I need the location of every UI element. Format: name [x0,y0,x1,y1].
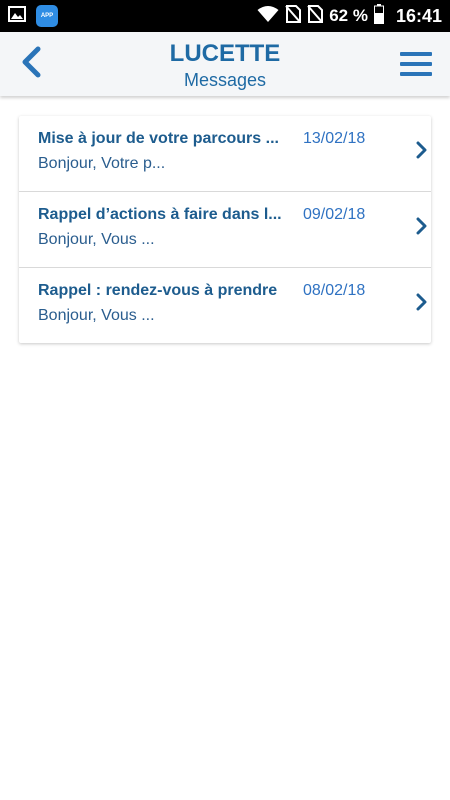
status-bar-left: APP [8,4,58,28]
app-icon: APP [36,5,58,27]
no-sim-icon [285,4,302,28]
status-bar-right: 62 % 16:41 [257,3,442,29]
clock: 16:41 [395,6,442,26]
chevron-right-icon [415,141,427,159]
menu-button[interactable] [400,50,432,78]
battery-percent: 62 % [329,6,368,25]
battery-icon [373,3,384,29]
message-row[interactable]: Mise à jour de votre parcours ... 13/02/… [19,116,431,192]
message-title: Mise à jour de votre parcours ... [38,130,279,147]
app-badge-label: APP [40,13,54,19]
message-date: 13/02/18 [303,130,366,147]
message-preview: Bonjour, Vous ... [38,231,155,248]
message-title: Rappel d’actions à faire dans l... [38,206,282,223]
hamburger-menu-icon [400,52,432,82]
status-bar: APP 62 % 16:41 [0,0,450,32]
message-row[interactable]: Rappel : rendez-vous à prendre 08/02/18 … [19,268,431,343]
wifi-icon [257,5,279,28]
message-list: Mise à jour de votre parcours ... 13/02/… [19,116,431,343]
message-row[interactable]: Rappel d’actions à faire dans l... 09/02… [19,192,431,268]
message-date: 08/02/18 [303,282,366,299]
message-preview: Bonjour, Vous ... [38,307,155,324]
chevron-right-icon [415,217,427,235]
page-title: LUCETTE [169,40,281,67]
message-title: Rappel : rendez-vous à prendre [38,282,278,299]
no-sim-icon [307,4,324,28]
chevron-right-icon [415,293,427,311]
message-preview: Bonjour, Votre p... [38,155,166,172]
app-header: LUCETTE Messages [0,32,450,96]
page-subtitle: Messages [183,70,267,90]
image-icon [8,5,26,27]
message-date: 09/02/18 [303,206,366,223]
